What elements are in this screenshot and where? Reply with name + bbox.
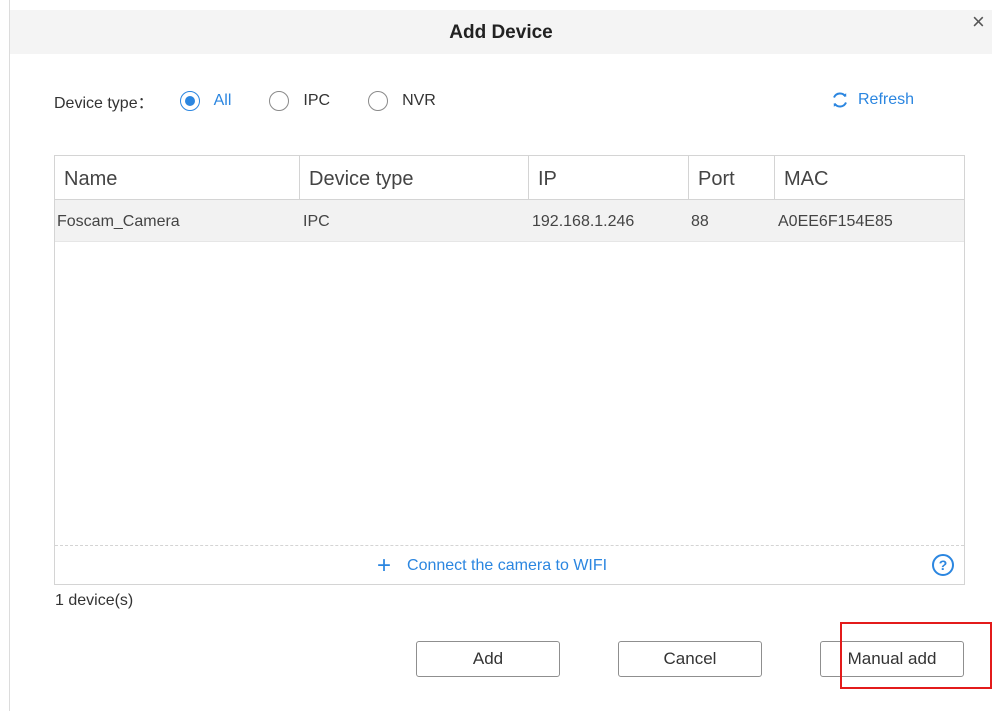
close-icon[interactable]: ×: [972, 10, 992, 34]
dialog-title: Add Device: [449, 22, 553, 43]
table-row[interactable]: Foscam_Camera IPC 192.168.1.246 88 A0EE6…: [55, 200, 964, 242]
plus-icon: +: [377, 551, 392, 579]
radio-nvr-indicator[interactable]: [368, 91, 389, 111]
radio-nvr[interactable]: NVR: [368, 91, 436, 111]
connect-wifi-bar: + Connect the camera to WIFI ?: [55, 545, 964, 584]
dialog-title-bar: Add Device: [10, 10, 992, 54]
device-type-label: Device type：: [54, 95, 154, 112]
refresh-label: Refresh: [858, 91, 915, 108]
cell-port: 88: [691, 213, 709, 230]
device-count: 1 device(s): [55, 592, 134, 609]
radio-ipc[interactable]: IPC: [269, 91, 330, 111]
connect-wifi-label: Connect the camera to WIFI: [407, 556, 608, 574]
radio-all[interactable]: All: [179, 91, 232, 111]
connect-wifi-link[interactable]: + Connect the camera to WIFI: [377, 546, 607, 585]
device-table: Name Device type IP Port MAC Foscam_Came…: [54, 155, 965, 585]
radio-ipc-indicator[interactable]: [269, 91, 290, 111]
radio-ipc-label: IPC: [303, 92, 331, 109]
help-icon[interactable]: ?: [932, 554, 954, 576]
cell-ip: 192.168.1.246: [532, 213, 635, 230]
dialog-left-border: [9, 0, 10, 711]
table-header: Name Device type IP Port MAC: [55, 156, 964, 200]
add-button[interactable]: Add: [416, 641, 560, 677]
radio-nvr-label: NVR: [402, 92, 436, 109]
device-type-filter: Device type： All IPC NVR: [54, 88, 474, 114]
column-header-ip[interactable]: IP: [528, 156, 688, 200]
cell-name: Foscam_Camera: [57, 213, 180, 230]
manual-add-button[interactable]: Manual add: [820, 641, 964, 677]
column-header-port[interactable]: Port: [688, 156, 774, 200]
column-header-mac[interactable]: MAC: [774, 156, 964, 200]
radio-all-label: All: [213, 92, 232, 109]
refresh-button[interactable]: Refresh: [830, 90, 914, 110]
radio-all-indicator[interactable]: [179, 91, 200, 111]
column-header-device-type[interactable]: Device type: [299, 156, 528, 200]
cell-device-type: IPC: [303, 213, 330, 230]
cancel-button[interactable]: Cancel: [618, 641, 762, 677]
cell-mac: A0EE6F154E85: [778, 213, 893, 230]
refresh-icon: [833, 92, 847, 108]
column-header-name[interactable]: Name: [55, 156, 299, 200]
